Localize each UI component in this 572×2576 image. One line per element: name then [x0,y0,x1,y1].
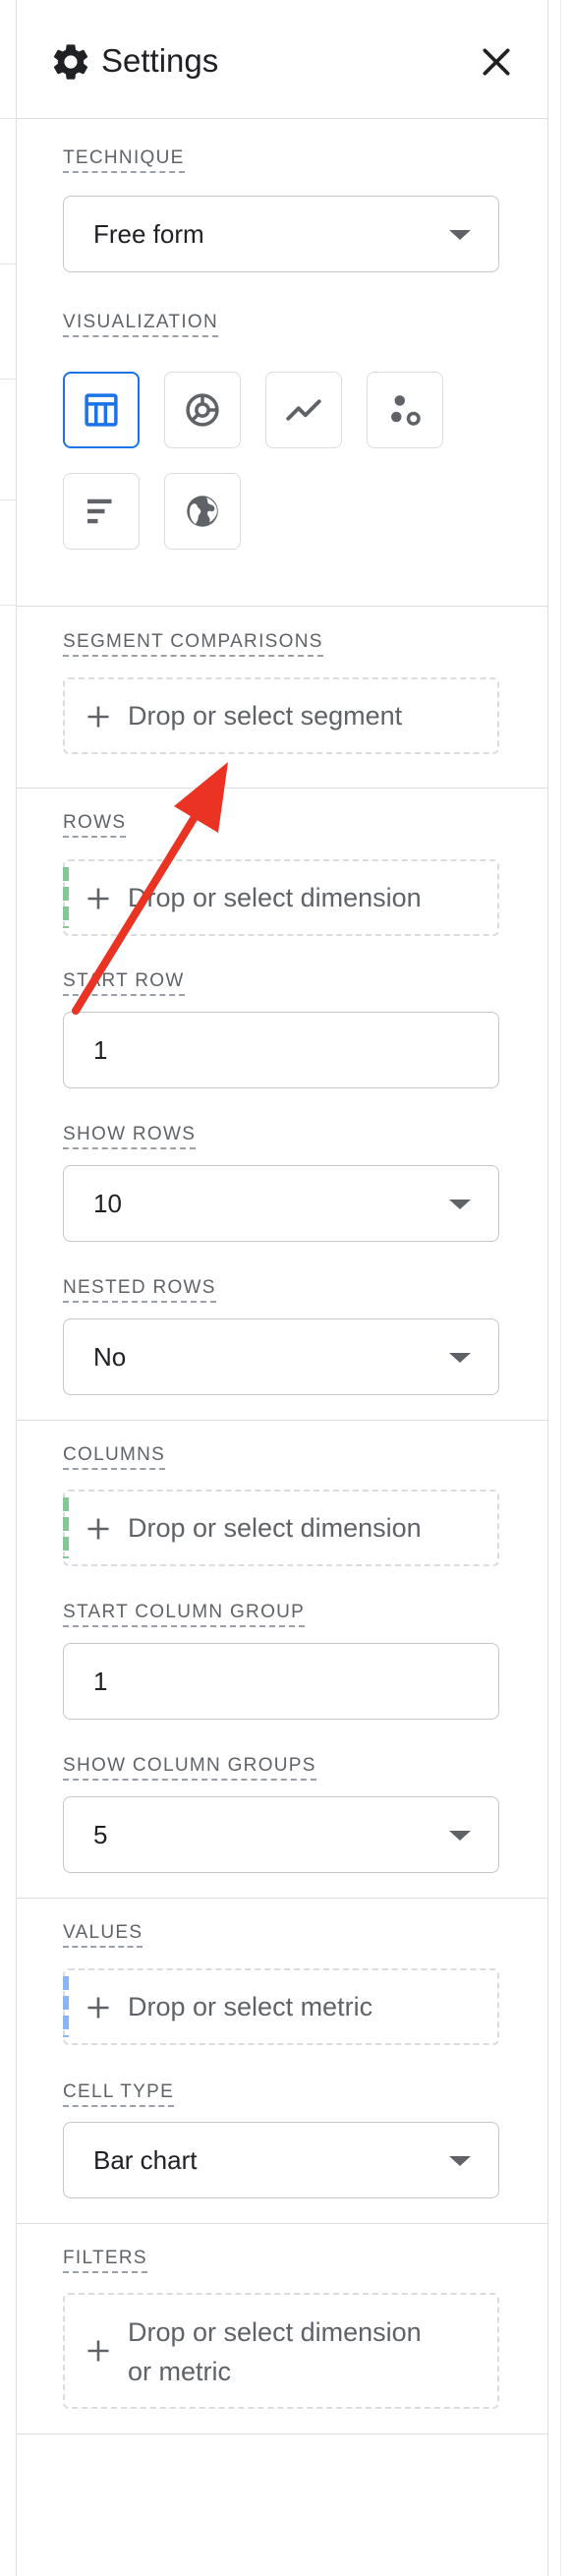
technique-section: TECHNIQUE Free form VISUALIZATION [17,119,547,607]
donut-visualization-button[interactable] [164,372,241,448]
geo-visualization-button[interactable] [164,473,241,550]
nested-rows-select[interactable]: No [63,1318,499,1395]
divider [560,0,561,2576]
line-chart-icon [286,399,321,421]
show-rows-select[interactable]: 10 [63,1165,499,1242]
rows-dimension-drop-zone[interactable]: Drop or select dimension [63,859,499,936]
rows-section: ROWS Drop or select dimension START ROW … [17,789,547,1421]
segment-comparisons-label: SEGMENT COMPARISONS [63,631,323,657]
table-visualization-button[interactable] [63,372,140,448]
dropdown-arrow-icon [449,230,471,240]
filters-drop-text-line1: Drop or select dimension [128,2317,422,2347]
background-right [547,0,572,2576]
columns-section: COLUMNS Drop or select dimension START C… [17,1421,547,1899]
values-metric-drop-zone[interactable]: Drop or select metric [63,1968,499,2045]
start-column-group-input[interactable]: 1 [63,1643,499,1720]
dropdown-arrow-icon [449,1200,471,1209]
gear-icon [53,44,88,80]
start-row-value: 1 [93,1035,108,1065]
values-drop-text: Drop or select metric [128,1992,373,2021]
filters-section: FILTERS Drop or select dimension or metr… [17,2224,547,2434]
background-left [0,0,17,2576]
rows-drop-text: Drop or select dimension [128,883,422,912]
filters-drop-text-line2: or metric [128,2357,232,2386]
bar-chart-icon [87,498,112,524]
plus-icon [87,1518,109,1540]
line-visualization-button[interactable] [265,372,342,448]
start-column-group-value: 1 [93,1667,108,1696]
close-icon[interactable] [477,42,516,82]
bar-visualization-button[interactable] [63,473,140,550]
cell-type-select[interactable]: Bar chart [63,2122,499,2198]
plus-icon [87,2340,109,2362]
dimension-accent [63,1497,69,1558]
values-section: VALUES Drop or select metric CELL TYPE B… [17,1899,547,2224]
plus-icon [87,888,109,909]
filters-label: FILTERS [63,2248,147,2273]
show-column-groups-label: SHOW COLUMN GROUPS [63,1755,316,1781]
nested-rows-value: No [93,1342,127,1372]
nested-rows-label: NESTED ROWS [63,1277,216,1303]
settings-panel: Settings TECHNIQUE Free form VISUALIZATI… [17,0,547,2576]
donut-chart-icon [186,393,219,427]
divider [0,499,16,500]
show-column-groups-value: 5 [93,1820,108,1849]
dropdown-arrow-icon [449,2156,471,2166]
technique-label: TECHNIQUE [63,147,185,173]
table-icon [85,393,118,427]
divider [0,263,16,264]
columns-dimension-drop-zone[interactable]: Drop or select dimension [63,1490,499,1566]
dimension-accent [63,867,69,928]
dropdown-arrow-icon [449,1353,471,1363]
scatter-plot-icon [391,395,421,426]
divider [0,118,16,119]
show-rows-label: SHOW ROWS [63,1124,197,1149]
start-row-label: START ROW [63,970,185,996]
values-label: VALUES [63,1922,143,1948]
rows-label: ROWS [63,812,127,838]
divider [0,379,16,380]
columns-drop-text: Drop or select dimension [128,1513,422,1543]
segment-drop-zone[interactable]: Drop or select segment [63,677,499,754]
dropdown-arrow-icon [449,1831,471,1841]
technique-select[interactable]: Free form [63,196,499,272]
filters-drop-zone[interactable]: Drop or select dimension or metric [63,2293,499,2409]
settings-page: Settings TECHNIQUE Free form VISUALIZATI… [0,0,572,2576]
scatter-visualization-button[interactable] [367,372,443,448]
start-column-group-label: START COLUMN GROUP [63,1602,306,1627]
divider [0,605,16,606]
show-rows-value: 10 [93,1189,122,1218]
panel-title: Settings [101,42,219,79]
cell-type-label: CELL TYPE [63,2081,175,2107]
panel-header: Settings [17,0,547,119]
segment-comparisons-section: SEGMENT COMPARISONS Drop or select segme… [17,607,547,789]
visualization-label: VISUALIZATION [63,312,219,337]
show-column-groups-select[interactable]: 5 [63,1796,499,1873]
plus-icon [87,1997,109,2019]
columns-label: COLUMNS [63,1444,166,1470]
globe-icon [187,496,218,527]
segment-drop-text: Drop or select segment [128,701,403,731]
cell-type-value: Bar chart [93,2145,198,2175]
technique-value: Free form [93,219,204,249]
start-row-input[interactable]: 1 [63,1012,499,1088]
plus-icon [87,706,109,728]
metric-accent [63,1976,69,2037]
